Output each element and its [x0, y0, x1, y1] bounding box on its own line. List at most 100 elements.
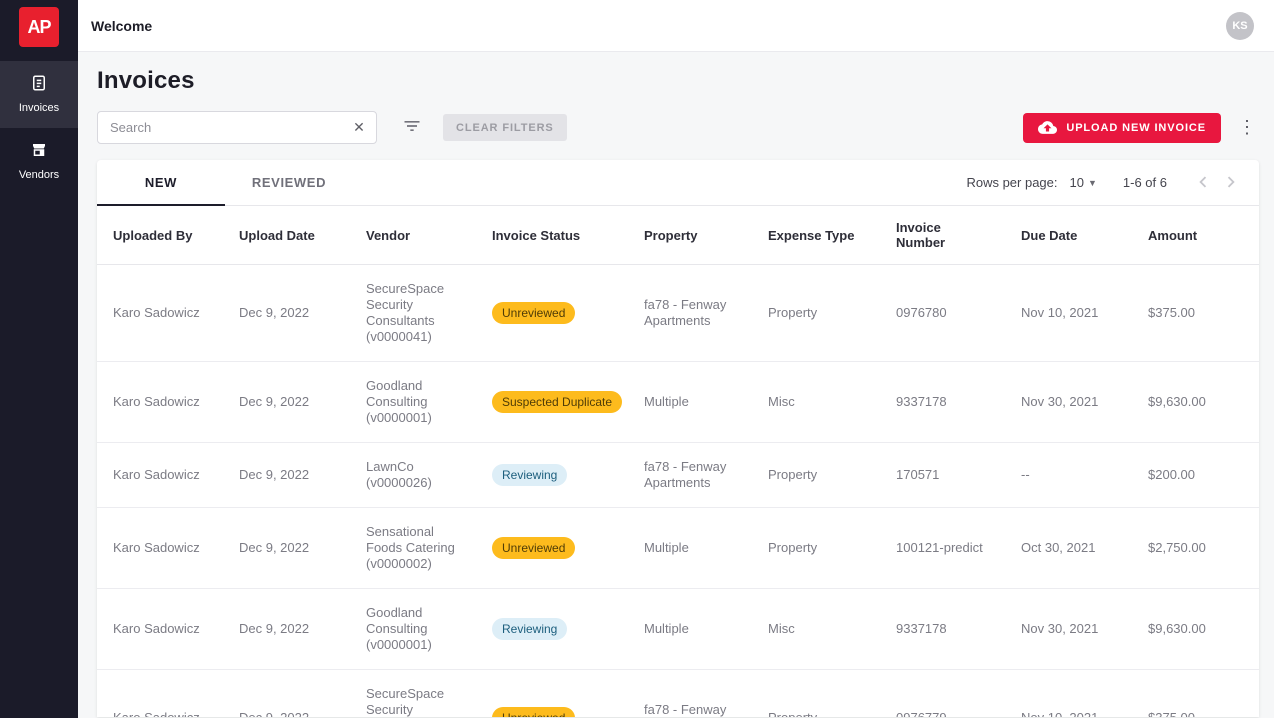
- invoice-table-body: Karo Sadowicz Dec 9, 2022 SecureSpace Se…: [97, 265, 1259, 718]
- more-options-icon[interactable]: ⋮: [1235, 114, 1259, 142]
- cell-expense-type: Property: [752, 443, 880, 508]
- tab-reviewed[interactable]: REVIEWED: [225, 160, 353, 206]
- main-content: Invoices ✕ CLEAR FILTERS UPLOAD NEW INVO…: [78, 52, 1274, 718]
- cell-vendor: SecureSpace Security Consultants (v00000…: [350, 265, 476, 362]
- cell-due-date: Nov 10, 2021: [1005, 670, 1132, 718]
- cell-property: Multiple: [628, 589, 752, 670]
- cell-invoice-status: Unreviewed: [476, 508, 628, 589]
- app-logo[interactable]: AP: [19, 7, 59, 47]
- cell-uploaded-by: Karo Sadowicz: [97, 508, 223, 589]
- cell-property: fa78 - Fenway Apartments: [628, 443, 752, 508]
- filter-icon[interactable]: [395, 113, 429, 143]
- cell-invoice-status: Reviewing: [476, 589, 628, 670]
- sidebar-item-label: Vendors: [19, 169, 59, 181]
- table-row[interactable]: Karo Sadowicz Dec 9, 2022 SecureSpace Se…: [97, 265, 1259, 362]
- status-badge: Suspected Duplicate: [492, 391, 622, 413]
- cell-invoice-number: 0976780: [880, 265, 1005, 362]
- cell-upload-date: Dec 9, 2022: [223, 265, 350, 362]
- invoices-card: NEW REVIEWED Rows per page: 10 ▼ 1-6 of …: [97, 160, 1259, 717]
- sidebar-item-label: Invoices: [19, 102, 59, 114]
- invoice-icon: [4, 74, 74, 94]
- col-invoice-status: Invoice Status: [476, 206, 628, 265]
- cell-vendor: LawnCo (v0000026): [350, 443, 476, 508]
- cell-expense-type: Misc: [752, 589, 880, 670]
- rows-per-page-label: Rows per page:: [966, 175, 1057, 190]
- cell-upload-date: Dec 9, 2022: [223, 670, 350, 718]
- cell-invoice-status: Unreviewed: [476, 670, 628, 718]
- sidebar-item-vendors[interactable]: Vendors: [0, 128, 78, 195]
- cell-expense-type: Property: [752, 508, 880, 589]
- cloud-upload-icon: [1038, 120, 1057, 135]
- cell-uploaded-by: Karo Sadowicz: [97, 670, 223, 718]
- cell-uploaded-by: Karo Sadowicz: [97, 443, 223, 508]
- cell-amount: $200.00: [1132, 443, 1259, 508]
- user-avatar[interactable]: KS: [1226, 12, 1254, 40]
- cell-due-date: Nov 10, 2021: [1005, 265, 1132, 362]
- col-due-date: Due Date: [1005, 206, 1132, 265]
- pagination-range: 1-6 of 6: [1123, 175, 1167, 190]
- table-row[interactable]: Karo Sadowicz Dec 9, 2022 Goodland Consu…: [97, 589, 1259, 670]
- toolbar: ✕ CLEAR FILTERS UPLOAD NEW INVOICE ⋮: [97, 111, 1259, 144]
- status-badge: Unreviewed: [492, 537, 575, 559]
- sidebar: AP Invoices Vendors: [0, 0, 78, 718]
- cell-invoice-status: Unreviewed: [476, 265, 628, 362]
- search-box: ✕: [97, 111, 377, 144]
- table-row[interactable]: Karo Sadowicz Dec 9, 2022 SecureSpace Se…: [97, 670, 1259, 718]
- table-row[interactable]: Karo Sadowicz Dec 9, 2022 LawnCo (v00000…: [97, 443, 1259, 508]
- cell-upload-date: Dec 9, 2022: [223, 443, 350, 508]
- cell-expense-type: Property: [752, 670, 880, 718]
- status-badge: Reviewing: [492, 464, 567, 486]
- welcome-title: Welcome: [91, 18, 152, 34]
- cell-expense-type: Misc: [752, 362, 880, 443]
- cell-invoice-number: 9337178: [880, 362, 1005, 443]
- col-amount: Amount: [1132, 206, 1259, 265]
- tab-new[interactable]: NEW: [97, 160, 225, 206]
- upload-new-invoice-button[interactable]: UPLOAD NEW INVOICE: [1023, 113, 1221, 143]
- caret-down-icon: ▼: [1088, 178, 1097, 188]
- table-row[interactable]: Karo Sadowicz Dec 9, 2022 Sensational Fo…: [97, 508, 1259, 589]
- cell-invoice-status: Suspected Duplicate: [476, 362, 628, 443]
- clear-search-icon[interactable]: ✕: [349, 117, 369, 137]
- cell-due-date: Nov 30, 2021: [1005, 589, 1132, 670]
- col-vendor: Vendor: [350, 206, 476, 265]
- rows-per-page-select[interactable]: 10 ▼: [1070, 175, 1097, 190]
- top-bar: Welcome KS: [78, 0, 1274, 52]
- cell-property: fa78 - Fenway Apartments: [628, 670, 752, 718]
- cell-vendor: Goodland Consulting (v0000001): [350, 362, 476, 443]
- col-invoice-number: Invoice Number: [880, 206, 1005, 265]
- cell-due-date: Nov 30, 2021: [1005, 362, 1132, 443]
- cell-due-date: --: [1005, 443, 1132, 508]
- cell-amount: $2,750.00: [1132, 508, 1259, 589]
- table-row[interactable]: Karo Sadowicz Dec 9, 2022 Goodland Consu…: [97, 362, 1259, 443]
- table-header-row: Uploaded By Upload Date Vendor Invoice S…: [97, 206, 1259, 265]
- status-badge: Unreviewed: [492, 302, 575, 324]
- cell-property: Multiple: [628, 362, 752, 443]
- clear-filters-button[interactable]: CLEAR FILTERS: [443, 114, 567, 141]
- next-page-icon[interactable]: [1217, 169, 1245, 197]
- tab-bar: NEW REVIEWED Rows per page: 10 ▼ 1-6 of …: [97, 160, 1259, 206]
- cell-vendor: Sensational Foods Catering (v0000002): [350, 508, 476, 589]
- status-badge: Unreviewed: [492, 707, 575, 717]
- cell-invoice-number: 170571: [880, 443, 1005, 508]
- invoices-table: Uploaded By Upload Date Vendor Invoice S…: [97, 206, 1259, 717]
- cell-vendor: SecureSpace Security Consultants (v00000…: [350, 670, 476, 718]
- sidebar-item-invoices[interactable]: Invoices: [0, 61, 78, 128]
- cell-invoice-number: 100121-predict: [880, 508, 1005, 589]
- cell-upload-date: Dec 9, 2022: [223, 589, 350, 670]
- cell-amount: $375.00: [1132, 265, 1259, 362]
- status-badge: Reviewing: [492, 618, 567, 640]
- cell-due-date: Oct 30, 2021: [1005, 508, 1132, 589]
- storefront-icon: [4, 141, 74, 161]
- cell-invoice-number: 0976779: [880, 670, 1005, 718]
- cell-amount: $9,630.00: [1132, 362, 1259, 443]
- col-upload-date: Upload Date: [223, 206, 350, 265]
- cell-upload-date: Dec 9, 2022: [223, 508, 350, 589]
- cell-invoice-status: Reviewing: [476, 443, 628, 508]
- col-expense-type: Expense Type: [752, 206, 880, 265]
- cell-expense-type: Property: [752, 265, 880, 362]
- cell-upload-date: Dec 9, 2022: [223, 362, 350, 443]
- previous-page-icon[interactable]: [1189, 169, 1217, 197]
- search-input[interactable]: [97, 111, 377, 144]
- col-uploaded-by: Uploaded By: [97, 206, 223, 265]
- cell-uploaded-by: Karo Sadowicz: [97, 589, 223, 670]
